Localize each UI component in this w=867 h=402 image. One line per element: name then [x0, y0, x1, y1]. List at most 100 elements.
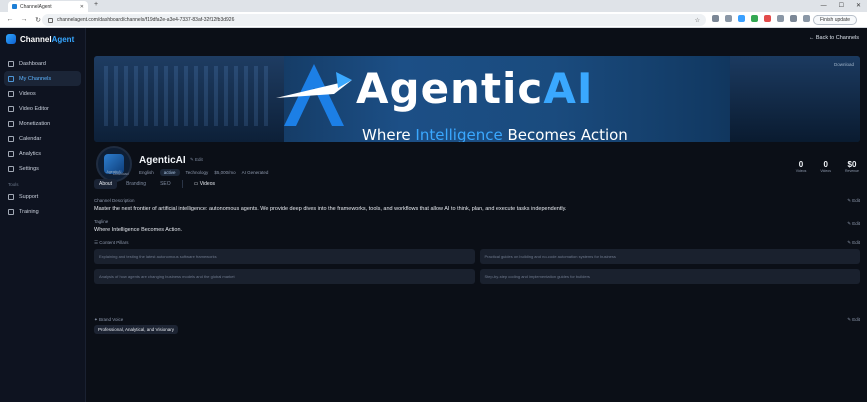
banner-tagline: Where Intelligence Becomes Action	[362, 126, 628, 142]
channel-tagline: Where Intelligence Becomes Action.	[94, 227, 183, 233]
banner-photo-right	[730, 56, 860, 142]
stat-item: $0 Revenue	[845, 160, 859, 173]
chart-icon	[8, 150, 14, 157]
sidebar-item-support[interactable]: Support	[4, 189, 81, 204]
tab-about[interactable]: About	[94, 179, 118, 189]
sidebar-item-label: Analytics	[19, 150, 42, 157]
channel-banner: AgenticAI Where Intelligence Becomes Act…	[94, 56, 860, 142]
content-pillar[interactable]: Explaining and testing the latest autono…	[94, 249, 475, 264]
content-pillars: Explaining and testing the latest autono…	[94, 249, 860, 284]
browser-tab[interactable]: ChannelAgent ✕	[8, 1, 88, 12]
sidebar-item-label: Training	[19, 208, 39, 215]
tab-branding[interactable]: Branding	[121, 179, 151, 189]
help-icon	[8, 193, 14, 200]
stat-item: 0 Videos	[820, 160, 831, 173]
window-controls: — ☐ ✕	[821, 0, 861, 12]
edit-voice-button[interactable]: ✎ Edit	[847, 317, 860, 323]
back-to-channels-link[interactable]: ← Back to Channels	[809, 35, 859, 41]
banner-photo-left	[94, 56, 284, 142]
stat-label: Revenue	[844, 169, 859, 173]
tab-title: ChannelAgent	[20, 3, 52, 10]
extension-icon[interactable]	[777, 15, 784, 22]
sidebar-item-training[interactable]: Training	[4, 204, 81, 219]
brand-name: ChannelAgent	[20, 34, 75, 44]
back-arrow-icon[interactable]: ←	[6, 16, 14, 23]
channel-description: Master the next frontier of artificial i…	[94, 206, 567, 212]
content-pillar[interactable]: Analysis of how agents are changing busi…	[94, 269, 475, 284]
url-text: channelagent.com/dashboard/channels/f19d…	[57, 17, 235, 23]
reload-icon[interactable]: ↻	[34, 16, 42, 24]
sidebar-item-label: Support	[19, 193, 39, 200]
back-label: Back to Channels	[815, 35, 859, 41]
sidebar-item-calendar[interactable]: Calendar	[4, 131, 81, 146]
tab-divider	[181, 180, 183, 188]
bookmark-star-icon[interactable]: ☆	[695, 17, 700, 24]
sidebar-item-video-editor[interactable]: Video Editor	[4, 101, 81, 116]
sidebar-item-label: Dashboard	[19, 60, 46, 67]
edit-pillars-button[interactable]: ✎ Edit	[847, 240, 860, 246]
stat-value: $0	[847, 160, 857, 169]
maximize-icon[interactable]: ☐	[839, 0, 844, 12]
close-tab-icon[interactable]: ✕	[80, 4, 84, 10]
extension-icon[interactable]	[738, 15, 745, 22]
avatar-download-button[interactable]: Download	[113, 172, 129, 176]
edit-description-button[interactable]: ✎ Edit	[847, 198, 860, 204]
scissors-icon	[8, 105, 14, 112]
channel-avatar[interactable]: AgenticAI	[96, 146, 132, 182]
extension-icon[interactable]	[751, 15, 758, 22]
app: ChannelAgent Dashboard My Channels Videos V…	[0, 28, 867, 402]
sidebar-item-settings[interactable]: Settings	[4, 161, 81, 176]
brand[interactable]: ChannelAgent	[0, 28, 85, 50]
minimize-icon[interactable]: —	[821, 0, 827, 12]
sidebar-item-label: Video Editor	[19, 105, 49, 112]
new-tab-button[interactable]: +	[94, 1, 98, 8]
edit-tagline-button[interactable]: ✎ Edit	[847, 221, 860, 227]
meta-item: AI Generated	[241, 170, 269, 175]
banner-title: AgenticAI	[356, 64, 594, 113]
sidebar-item-analytics[interactable]: Analytics	[4, 146, 81, 161]
channel-name: AgenticAI	[139, 155, 186, 166]
sidebar-item-label: Monetization	[19, 120, 51, 127]
stat-label: Videos	[795, 169, 807, 173]
channels-icon	[8, 75, 14, 82]
extension-icon[interactable]	[712, 15, 719, 22]
calendar-icon	[8, 135, 14, 142]
banner-download-button[interactable]: Download	[834, 62, 854, 67]
download-icon[interactable]	[790, 15, 797, 22]
tagline-label: Tagline	[94, 219, 109, 224]
favicon-icon	[12, 4, 17, 9]
meta-item: English	[139, 170, 154, 175]
sidebar-item-monetization[interactable]: Monetization	[4, 116, 81, 131]
brand-voice-label: ✦ Brand Voice	[94, 317, 124, 322]
close-window-icon[interactable]: ✕	[856, 0, 861, 12]
address-bar[interactable]: channelagent.com/dashboard/channels/f19d…	[42, 14, 706, 26]
video-icon	[8, 90, 14, 97]
sidebar: ChannelAgent Dashboard My Channels Videos V…	[0, 28, 86, 402]
tab-videos[interactable]: ▭ Videos	[189, 179, 220, 189]
stat-value: 0	[798, 160, 804, 169]
sidebar-item-dashboard[interactable]: Dashboard	[4, 56, 81, 71]
content-pillar[interactable]: Step-by-step coding and implementation g…	[479, 269, 860, 284]
sidebar-section-label: Tools	[8, 182, 19, 187]
finish-update-button[interactable]: Finish update	[812, 15, 857, 25]
sidebar-item-label: My Channels	[19, 75, 52, 82]
site-info-icon[interactable]	[48, 17, 53, 23]
browser-tabbar: ChannelAgent ✕ + — ☐ ✕	[0, 0, 867, 12]
sidebar-item-videos[interactable]: Videos	[4, 86, 81, 101]
logo-icon	[6, 34, 16, 44]
content-pillar[interactable]: Practical guides on building and no-code…	[479, 249, 860, 264]
forward-arrow-icon[interactable]: →	[20, 16, 28, 23]
extension-icon[interactable]	[764, 15, 771, 22]
extension-icon[interactable]	[725, 15, 732, 22]
tab-seo[interactable]: SEO	[155, 179, 176, 189]
sidebar-item-my-channels[interactable]: My Channels	[4, 71, 81, 86]
channel-meta: English active Technology $5,000/mo AI Gener…	[139, 169, 268, 176]
stat-label: Videos	[820, 169, 831, 173]
edit-name-button[interactable]: ✎ Edit	[190, 157, 203, 163]
channel-tabs: About Branding SEO ▭ Videos	[94, 179, 220, 189]
agentic-logo-icon	[276, 64, 352, 126]
puzzle-icon[interactable]	[803, 15, 810, 22]
brand-voice-tag: Professional, Analytical, and Visionary	[94, 325, 178, 334]
sidebar-item-label: Calendar	[19, 135, 42, 142]
sidebar-item-label: Settings	[19, 165, 39, 172]
